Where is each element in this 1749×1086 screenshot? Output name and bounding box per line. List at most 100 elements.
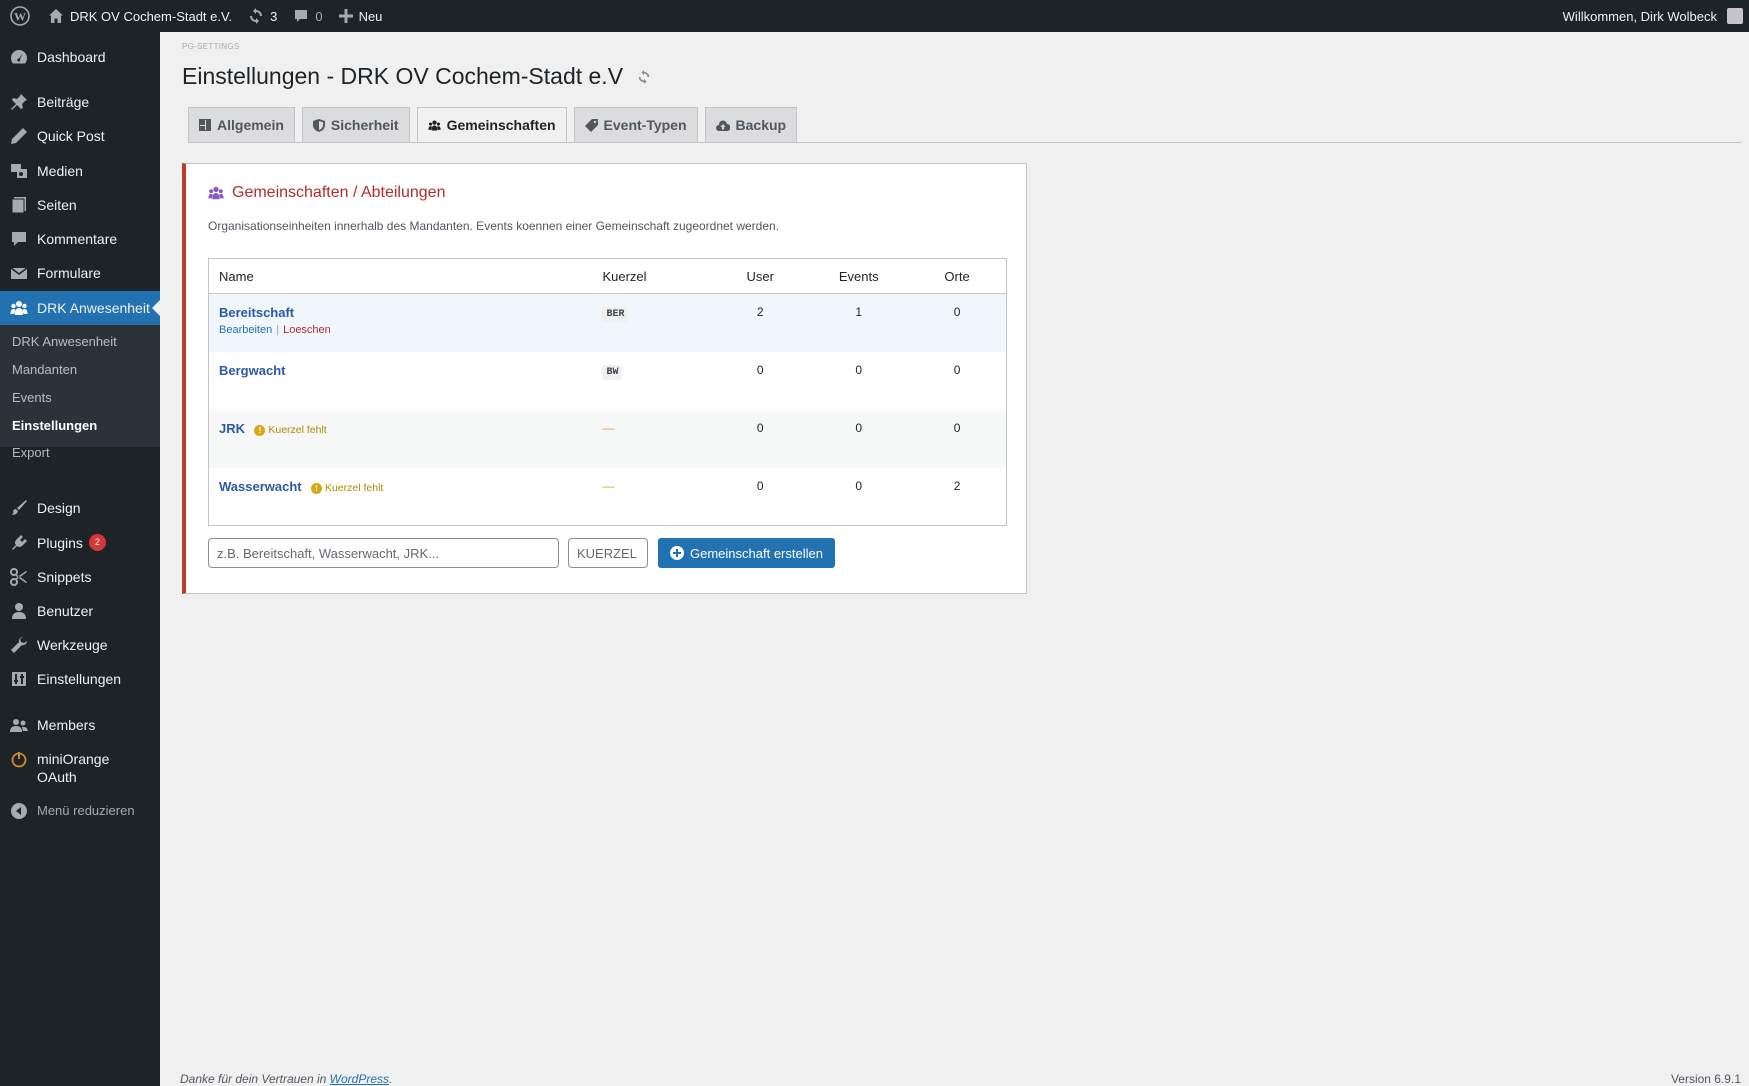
refresh-icon[interactable] <box>637 69 651 84</box>
sidebar-item-beitraege[interactable]: Beiträge <box>0 93 160 111</box>
tab-allgemein[interactable]: Allgemein <box>188 107 295 142</box>
svg-text:W: W <box>14 10 26 24</box>
warning-icon: ! <box>310 482 322 494</box>
submenu-item-mandanten[interactable]: Mandanten <box>12 362 77 377</box>
new-content-link[interactable]: Neu <box>331 0 391 32</box>
plugin-icon <box>9 534 29 552</box>
row-actions: Bearbeiten | Loeschen <box>219 324 602 336</box>
create-gemeinschaft-button[interactable]: Gemeinschaft erstellen <box>658 538 835 568</box>
page-title: Einstellungen - DRK OV Cochem-Stadt e.V <box>182 63 624 89</box>
user-icon <box>9 602 29 620</box>
refresh-icon <box>248 8 264 24</box>
tab-sicherheit[interactable]: Sicherheit <box>301 107 410 142</box>
column-header-kuerzel: Kuerzel <box>602 258 711 294</box>
cell-kuerzel: — <box>602 468 711 526</box>
page-eyebrow: PG-SETTINGS <box>182 42 240 51</box>
table-row: JRK ! Kuerzel fehlt — 0 0 0 <box>208 409 1007 468</box>
cell-name: JRK ! Kuerzel fehlt <box>208 409 603 468</box>
cell-orte: 0 <box>953 362 961 377</box>
sidebar-item-snippets[interactable]: Snippets <box>0 568 160 586</box>
kuerzel-missing-warning: ! Kuerzel fehlt <box>254 424 327 436</box>
wordpress-link[interactable]: WordPress <box>330 1072 389 1086</box>
gemeinschaft-name-link[interactable]: Wasserwacht <box>219 479 302 494</box>
table-row: Wasserwacht ! Kuerzel fehlt — 0 0 2 <box>209 468 1007 526</box>
site-name-link[interactable]: DRK OV Cochem-Stadt e.V. <box>40 0 240 32</box>
cell-name: Bereitschaft Bearbeiten | Loeschen <box>208 293 603 352</box>
gemeinschaft-name-link[interactable]: Bereitschaft <box>219 305 294 320</box>
submenu-item-events[interactable]: Events <box>12 390 52 405</box>
edit-link[interactable]: Bearbeiten <box>219 324 272 336</box>
column-header-orte: Orte <box>908 258 1007 294</box>
sidebar-item-werkzeuge[interactable]: Werkzeuge <box>0 636 160 654</box>
tab-label: Gemeinschaften <box>446 117 556 133</box>
pin-icon <box>9 93 29 111</box>
collapse-arrow-icon <box>9 802 29 820</box>
sidebar-item-label: Benutzer <box>37 603 94 619</box>
sidebar-item-quick-post[interactable]: Quick Post <box>0 127 160 145</box>
sidebar-item-benutzer[interactable]: Benutzer <box>0 602 160 620</box>
tab-label: Sicherheit <box>330 117 399 133</box>
sidebar-item-plugins[interactable]: Plugins 2 <box>0 534 160 552</box>
sidebar-item-label: Beiträge <box>37 94 90 110</box>
comment-icon <box>293 8 309 24</box>
gemeinschaft-name-input[interactable] <box>208 538 559 568</box>
submenu-item-einstellungen[interactable]: Einstellungen <box>12 418 97 433</box>
tab-gemeinschaften[interactable]: Gemeinschaften <box>416 107 567 143</box>
cell-kuerzel: BER <box>602 293 711 352</box>
cell-name: Bergwacht <box>209 352 603 410</box>
footer-thanks-prefix: Danke für dein Vertrauen in <box>180 1072 330 1086</box>
sidebar-item-label: Members <box>37 717 96 733</box>
cloud-upload-icon <box>715 120 730 131</box>
tab-event-typen[interactable]: Event-Typen <box>573 107 698 142</box>
sidebar-item-dashboard[interactable]: Dashboard <box>0 48 160 66</box>
pages-icon <box>9 196 29 214</box>
sidebar-item-miniorange-oauth[interactable]: miniOrange OAuth <box>0 750 160 786</box>
tab-label: Event-Typen <box>603 117 687 133</box>
cell-user: 2 <box>711 293 810 352</box>
sidebar-item-members[interactable]: Members <box>0 716 160 734</box>
warning-text: Kuerzel fehlt <box>268 424 327 436</box>
updates-link[interactable]: 3 <box>240 0 285 32</box>
sidebar-item-label: DRK Anwesenheit <box>37 300 150 316</box>
media-icon <box>9 162 29 180</box>
tabs-divider <box>188 142 1741 143</box>
pencil-icon <box>9 127 29 145</box>
main-content: PG-SETTINGS Einstellungen - DRK OV Coche… <box>160 32 1749 1086</box>
column-header-events: Events <box>809 258 909 294</box>
gemeinschaft-name-link[interactable]: Bergwacht <box>219 363 285 378</box>
sidebar-item-seiten[interactable]: Seiten <box>0 196 160 214</box>
kuerzel-empty-dash: — <box>602 420 615 435</box>
wrench-icon <box>9 636 29 654</box>
comments-link[interactable]: 0 <box>285 0 330 32</box>
table-row: Bergwacht BW 0 0 0 <box>209 352 1007 410</box>
collapse-menu-button[interactable]: Menü reduzieren <box>0 802 160 820</box>
warning-text: Kuerzel fehlt <box>324 482 384 494</box>
tab-backup[interactable]: Backup <box>704 107 798 142</box>
cell-events: 0 <box>809 409 909 468</box>
sidebar-item-label: Dashboard <box>37 49 106 65</box>
footer-thanks: Danke für dein Vertrauen in WordPress. <box>180 1072 392 1086</box>
gemeinschaften-card: Gemeinschaften / Abteilungen Organisatio… <box>182 163 1027 594</box>
card-description: Organisationseinheiten innerhalb des Man… <box>208 219 780 233</box>
gemeinschaft-name-link[interactable]: JRK <box>219 421 245 436</box>
sidebar-item-medien[interactable]: Medien <box>0 162 160 180</box>
sidebar-item-einstellungen[interactable]: Einstellungen <box>0 670 160 688</box>
wordpress-logo-icon[interactable]: W <box>0 0 40 32</box>
cell-orte: 0 <box>908 409 1007 468</box>
sidebar-item-label: Einstellungen <box>37 671 122 687</box>
submenu-item-export[interactable]: Export <box>12 445 50 460</box>
submenu-item-drk-anwesenheit[interactable]: DRK Anwesenheit <box>12 334 117 349</box>
cell-user: 0 <box>756 362 764 377</box>
sidebar-item-design[interactable]: Design <box>0 499 160 517</box>
delete-link[interactable]: Loeschen <box>283 324 331 336</box>
sidebar-item-drk-anwesenheit[interactable]: DRK Anwesenheit <box>0 291 160 325</box>
sidebar-item-kommentare[interactable]: Kommentare <box>0 230 160 248</box>
tag-icon <box>584 118 598 132</box>
sidebar-item-formulare[interactable]: Formulare <box>0 264 160 282</box>
groups-icon <box>9 299 29 317</box>
my-account-link[interactable]: Willkommen, Dirk Wolbeck <box>1555 0 1749 32</box>
tab-label: Allgemein <box>217 117 284 133</box>
table-header-row: Name Kuerzel User Events Orte <box>208 258 1007 294</box>
kuerzel-input[interactable] <box>568 538 648 568</box>
sidebar-item-label: Seiten <box>37 197 77 213</box>
